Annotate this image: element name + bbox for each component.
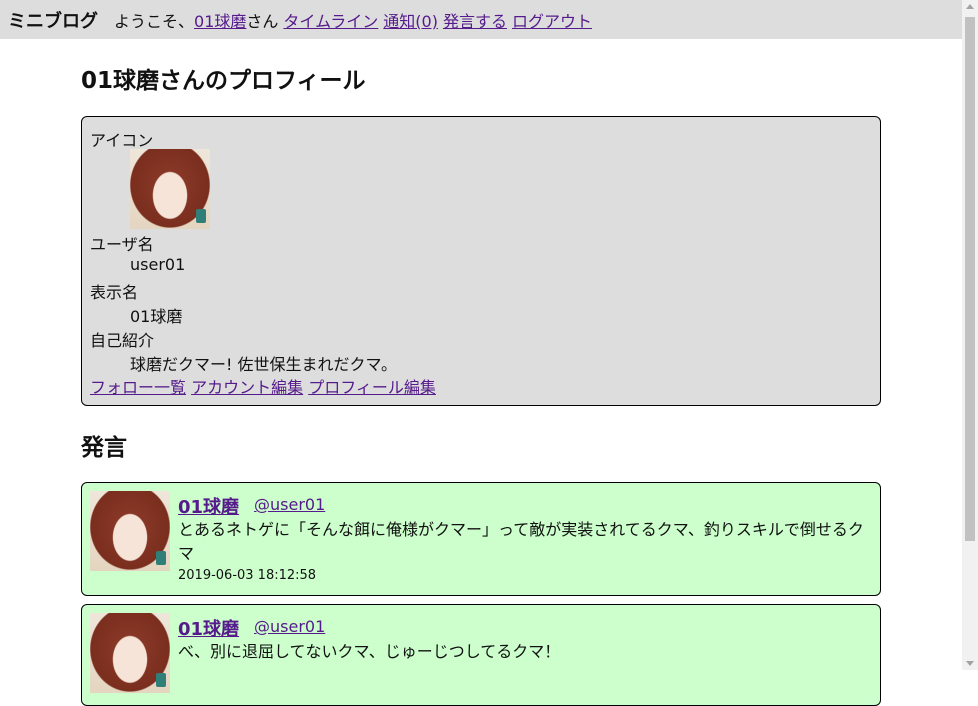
post-handle-link[interactable]: @user01 (254, 495, 325, 514)
avatar (130, 149, 210, 229)
display-name-label: 表示名 (90, 283, 139, 302)
post-item: 01球磨 @user01 べ、別に退屈してないクマ、じゅーじつしてるクマ！ (81, 604, 881, 706)
scroll-up-icon[interactable] (966, 4, 974, 9)
page-scrollbar[interactable] (962, 0, 978, 670)
current-user-link[interactable]: 01球磨 (194, 8, 246, 32)
post-handle-link[interactable]: @user01 (254, 617, 325, 636)
profile-links: フォロー一覧 アカウント編集 プロフィール編集 (90, 374, 436, 398)
display-name-value: 01球磨 (130, 307, 183, 326)
post-author-link[interactable]: 01球磨 (178, 493, 239, 519)
bio-value: 球磨だクマー! 佐世保生まれだクマ。 (130, 355, 398, 374)
username-value: user01 (130, 255, 186, 274)
page-title: 01球磨さんのプロフィール (81, 68, 366, 94)
username-label: ユーザ名 (90, 235, 154, 254)
post-body: とあるネトゲに「そんな餌に俺様がクマー」って敵が実装されてるクマ、釣りスキルで倒… (178, 520, 864, 563)
following-list-link[interactable]: フォロー一覧 (90, 378, 186, 397)
post-timestamp: 2019-06-03 18:12:58 (178, 568, 317, 583)
welcome-suffix: さん (246, 11, 279, 31)
post-avatar[interactable] (90, 613, 170, 693)
post-avatar[interactable] (90, 491, 170, 571)
nav-notifications-link[interactable]: 通知(0) (383, 8, 438, 32)
post-item: 01球磨 @user01 とあるネトゲに「そんな餌に俺様がクマー」って敵が実装さ… (81, 482, 881, 596)
welcome-prefix: ようこそ、 (114, 11, 195, 31)
profile-card: アイコン ユーザ名 user01 表示名 01球磨 自己紹介 球磨だクマー! 佐… (81, 116, 881, 406)
nav-logout-link[interactable]: ログアウト (512, 8, 592, 32)
account-edit-link[interactable]: アカウント編集 (191, 378, 303, 397)
bio-label: 自己紹介 (90, 331, 155, 350)
nav-post-link[interactable]: 発言する (443, 8, 507, 32)
post-author-link[interactable]: 01球磨 (178, 615, 239, 641)
top-nav-bar: ミニブログ ようこそ、 01球磨 さん タイムライン 通知(0) 発言する ログ… (0, 0, 962, 39)
scroll-down-icon[interactable] (966, 661, 974, 666)
brand-title: ミニブログ (8, 10, 98, 32)
icon-label: アイコン (90, 131, 154, 150)
profile-edit-link[interactable]: プロフィール編集 (308, 378, 436, 397)
post-body: べ、別に退屈してないクマ、じゅーじつしてるクマ！ (178, 642, 561, 661)
posts-heading: 発言 (81, 435, 127, 461)
nav-timeline-link[interactable]: タイムライン (283, 8, 378, 32)
scrollbar-thumb[interactable] (965, 17, 975, 541)
